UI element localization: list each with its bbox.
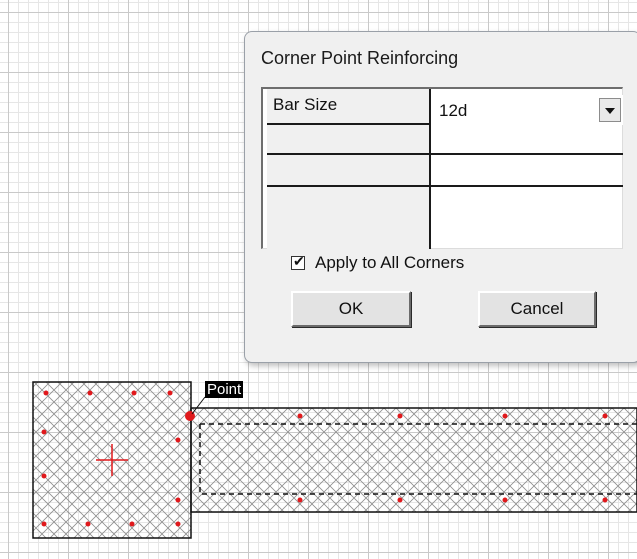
corner-point-reinforcing-dialog: Corner Point Reinforcing Bar Size 12d ✔ … <box>244 31 637 363</box>
row-divider <box>267 153 623 155</box>
dropdown-button[interactable] <box>599 98 621 122</box>
checkmark-icon: ✔ <box>293 253 305 269</box>
point-label: Point <box>205 381 244 398</box>
dialog-title: Corner Point Reinforcing <box>261 48 459 68</box>
bar-size-header: Bar Size <box>273 95 338 114</box>
apply-all-corners-label[interactable]: Apply to All Corners <box>315 253 464 273</box>
bar-size-value: 12d <box>439 101 468 120</box>
apply-all-corners-checkbox[interactable]: ✔ <box>291 253 305 270</box>
bar-size-select[interactable]: 12d <box>433 95 623 125</box>
ok-button[interactable]: OK <box>291 291 411 327</box>
row-divider <box>267 185 623 187</box>
cancel-button[interactable]: Cancel <box>478 291 596 327</box>
bar-size-table: Bar Size 12d <box>261 87 623 249</box>
row-divider <box>267 123 430 125</box>
column-divider <box>429 89 431 249</box>
chevron-down-icon <box>605 108 615 114</box>
